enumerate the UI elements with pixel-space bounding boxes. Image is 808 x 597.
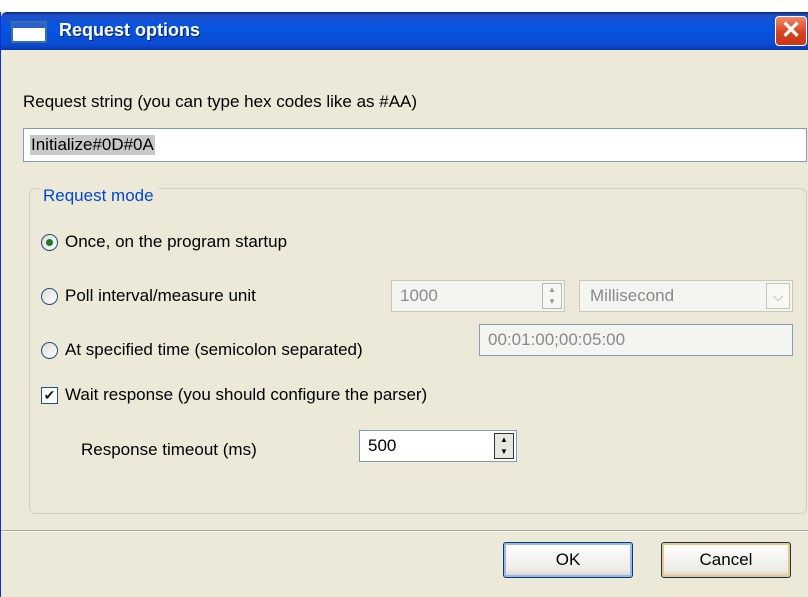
stepper-arrows-icon[interactable]: ▲ ▼ [542,283,562,309]
window-icon [11,21,47,43]
poll-interval-radio[interactable] [41,288,58,305]
stepper-arrows-icon[interactable]: ▲ ▼ [494,433,514,459]
wait-response-checkbox[interactable]: ✔ [41,387,58,404]
title-bar[interactable]: Request options ✕ [1,12,808,50]
once-label[interactable]: Once, on the program startup [65,232,287,252]
measure-unit-value: Millisecond [590,286,675,305]
response-timeout-stepper[interactable]: 500 ▲ ▼ [359,430,517,462]
cancel-button[interactable]: Cancel [661,542,791,578]
specified-time-input[interactable]: 00:01:00;00:05:00 [479,324,793,356]
request-mode-title: Request mode [39,186,158,206]
specified-time-radio[interactable] [41,342,58,359]
wait-response-label[interactable]: Wait response (you should configure the … [65,385,427,405]
request-options-dialog: Request options ✕ Request string (you ca… [0,12,808,597]
button-separator [1,530,808,532]
chevron-down-icon[interactable]: ⌵ [766,283,790,309]
response-timeout-value: 500 [368,436,397,455]
specified-time-value: 00:01:00;00:05:00 [488,330,626,349]
specified-time-label[interactable]: At specified time (semicolon separated) [65,340,363,360]
dialog-title: Request options [59,20,201,40]
response-timeout-label: Response timeout (ms) [81,440,257,459]
once-radio[interactable] [41,234,58,251]
measure-unit-select[interactable]: Millisecond ⌵ [579,280,793,312]
request-string-value: Initialize#0D#0A [30,135,155,155]
poll-interval-label[interactable]: Poll interval/measure unit [65,286,256,306]
close-button[interactable]: ✕ [775,16,807,46]
ok-button[interactable]: OK [503,542,633,578]
request-string-label: Request string (you can type hex codes l… [23,92,418,111]
request-string-input[interactable]: Initialize#0D#0A [23,128,807,162]
poll-interval-value: 1000 [400,286,438,305]
poll-interval-stepper[interactable]: 1000 ▲ ▼ [391,280,565,312]
